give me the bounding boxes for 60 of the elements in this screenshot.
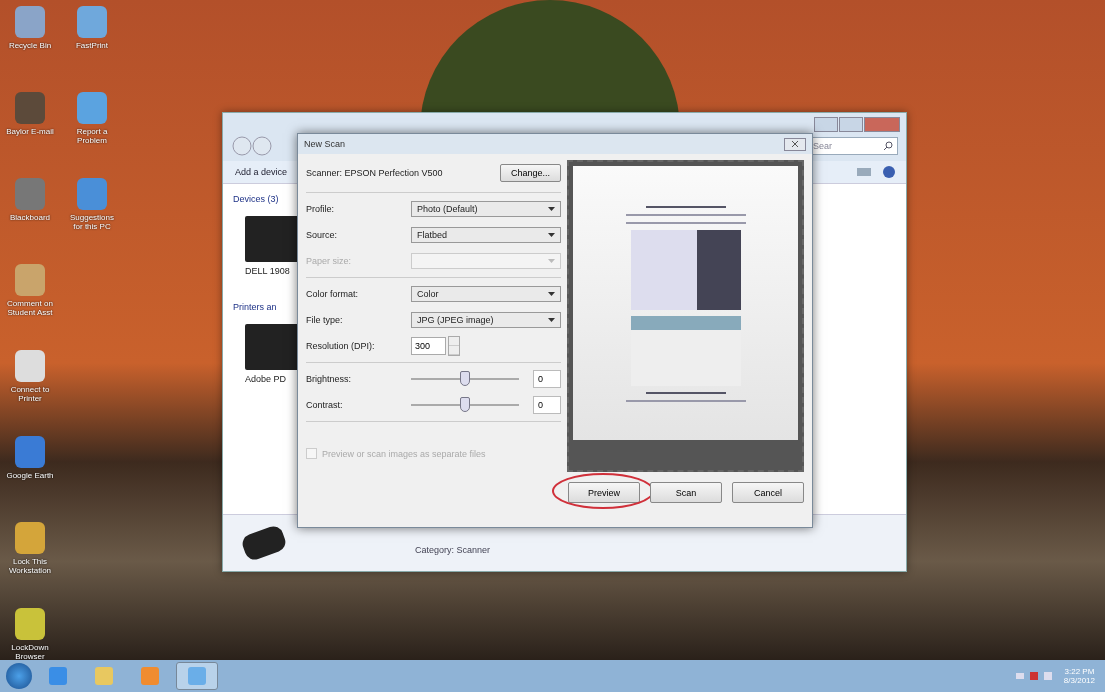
close-button[interactable] xyxy=(784,137,806,151)
search-icon xyxy=(883,141,893,151)
desktop-icon-label[interactable]: Connect to Printer xyxy=(4,385,56,404)
field-label: Profile: xyxy=(306,204,334,214)
desktop-icon-label[interactable]: FastPrint xyxy=(76,41,108,51)
slider-thumb[interactable] xyxy=(460,371,470,386)
desktop-icon-label[interactable]: Recycle Bin xyxy=(8,41,52,51)
device-label[interactable]: DELL 1908 xyxy=(245,266,290,276)
caret-icon xyxy=(548,233,555,237)
dropdown[interactable]: Flatbed xyxy=(411,227,561,243)
device-label[interactable]: Adobe PD xyxy=(245,374,287,384)
dialog-button[interactable]: Cancel xyxy=(732,482,804,503)
field-label: Source: xyxy=(306,230,338,240)
change-button[interactable]: Change... xyxy=(499,164,561,182)
dropdown[interactable]: Photo (Default) xyxy=(411,201,561,217)
field-label: Resolution (DPI): xyxy=(306,341,375,351)
desktop-icon-label[interactable]: Report a Problem xyxy=(66,127,118,146)
desktop-icon-label[interactable]: Suggestions for this PC xyxy=(66,213,118,232)
resolution-field[interactable]: 300 xyxy=(411,337,446,355)
caret-icon xyxy=(548,259,555,263)
desktop-shortcut-icon[interactable] xyxy=(15,350,45,382)
field-label: File type: xyxy=(306,315,343,325)
desktop-icon-label[interactable]: Google Earth xyxy=(6,471,54,481)
dialog-button[interactable]: Scan xyxy=(650,482,722,503)
field-label: Brightness: xyxy=(306,374,352,384)
desktop-icon-label[interactable]: Lock This Workstation xyxy=(4,557,56,576)
caret-icon xyxy=(548,318,555,322)
desktop-icon-label[interactable]: Blackboard xyxy=(10,213,50,223)
desktop-icon-label[interactable]: LockDown Browser xyxy=(4,643,56,662)
close-icon xyxy=(791,140,799,148)
scanner-name: Scanner: EPSON Perfection V500 xyxy=(306,168,443,178)
add-device-button[interactable]: Add a device xyxy=(233,165,290,179)
slider-value-field[interactable]: 0 xyxy=(533,370,561,388)
start-button[interactable] xyxy=(6,663,32,689)
dropdown[interactable]: JPG (JPEG image) xyxy=(411,312,561,328)
dropdown[interactable]: Color xyxy=(411,286,561,302)
desktop-shortcut-icon[interactable] xyxy=(15,608,45,640)
view-icon[interactable] xyxy=(856,166,874,178)
slider-thumb[interactable] xyxy=(460,397,470,412)
caret-icon xyxy=(548,207,555,211)
checkbox-label: Preview or scan images as separate files xyxy=(322,448,486,459)
field-label: Paper size: xyxy=(306,256,352,266)
tray-icon[interactable] xyxy=(1013,669,1054,683)
spin-buttons-icon[interactable] xyxy=(448,336,460,356)
field-label: Color format: xyxy=(306,289,358,299)
desktop-icon-label[interactable]: Comment on Student Asst xyxy=(4,299,56,318)
dialog-title: New Scan xyxy=(304,139,346,149)
slider-value-field[interactable]: 0 xyxy=(533,396,561,414)
window-controls-icon[interactable] xyxy=(814,117,900,132)
field-label: Contrast: xyxy=(306,400,343,410)
device-category: Category: Scanner xyxy=(415,545,491,555)
back-forward-icon[interactable] xyxy=(231,135,275,157)
caret-icon xyxy=(548,292,555,296)
dialog-button[interactable]: Preview xyxy=(568,482,640,503)
help-icon[interactable] xyxy=(882,165,896,179)
desktop-shortcut-icon[interactable] xyxy=(15,436,45,468)
dropdown[interactable] xyxy=(411,253,561,269)
desktop-shortcut-icon[interactable] xyxy=(15,522,45,554)
devices-icon[interactable] xyxy=(176,662,218,690)
desktop-icon-label[interactable]: Baylor E-mail xyxy=(6,127,54,137)
